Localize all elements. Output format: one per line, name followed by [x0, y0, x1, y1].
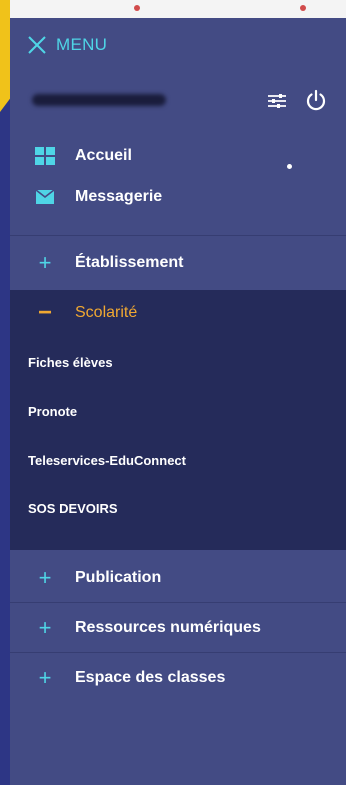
divider: [10, 235, 346, 236]
scolarite-section: − Scolarité Fiches élèves Pronote Telese…: [10, 290, 346, 550]
plus-icon: +: [38, 615, 52, 640]
nav-item-etablissement[interactable]: + Établissement: [10, 243, 346, 283]
sub-item-fiches-eleves[interactable]: Fiches élèves: [28, 355, 113, 370]
sub-item-sos-devoirs[interactable]: SOS DEVOIRS: [28, 501, 118, 516]
nav-item-ressources[interactable]: + Ressources numériques: [10, 608, 346, 648]
nav-item-accueil[interactable]: Accueil: [10, 136, 346, 176]
divider: [10, 602, 346, 603]
mouse-cursor-dot: [287, 164, 292, 169]
grid-icon: [34, 145, 56, 167]
nav-item-espace-classes[interactable]: + Espace des classes: [10, 658, 346, 698]
nav-label-espace-classes: Espace des classes: [75, 669, 226, 686]
nav-label-scolarite: Scolarité: [75, 304, 138, 321]
sub-item-pronote[interactable]: Pronote: [28, 404, 77, 419]
top-strip: [10, 0, 346, 18]
user-row: [28, 86, 328, 116]
nav-item-scolarite[interactable]: − Scolarité: [10, 293, 346, 333]
power-icon: [306, 89, 326, 111]
menu-label: MENU: [56, 35, 108, 54]
side-menu-panel: MENU Accueil Messagerie + Établissement …: [10, 18, 346, 785]
plus-icon: +: [38, 250, 52, 275]
nav-item-publication[interactable]: + Publication: [10, 558, 346, 598]
nav-label-ressources: Ressources numériques: [75, 619, 261, 636]
sliders-icon: [268, 94, 286, 108]
minus-icon: −: [37, 299, 52, 326]
nav-label-etablissement: Établissement: [75, 254, 184, 271]
nav-label-publication: Publication: [75, 569, 162, 586]
sub-item-teleservices[interactable]: Teleservices-EduConnect: [28, 453, 186, 468]
close-icon: [28, 36, 46, 54]
logout-button[interactable]: [304, 88, 328, 112]
nav-label-messagerie: Messagerie: [75, 188, 163, 205]
red-dot: [134, 5, 140, 11]
nav-item-messagerie[interactable]: Messagerie: [10, 177, 346, 217]
nav-label-accueil: Accueil: [75, 147, 132, 164]
divider: [10, 652, 346, 653]
menu-close-button[interactable]: MENU: [27, 35, 107, 55]
red-dot: [300, 5, 306, 11]
plus-icon: +: [38, 665, 52, 690]
envelope-icon: [34, 186, 56, 208]
user-name-redacted: [28, 90, 168, 110]
settings-button[interactable]: [266, 90, 288, 112]
plus-icon: +: [38, 565, 52, 590]
